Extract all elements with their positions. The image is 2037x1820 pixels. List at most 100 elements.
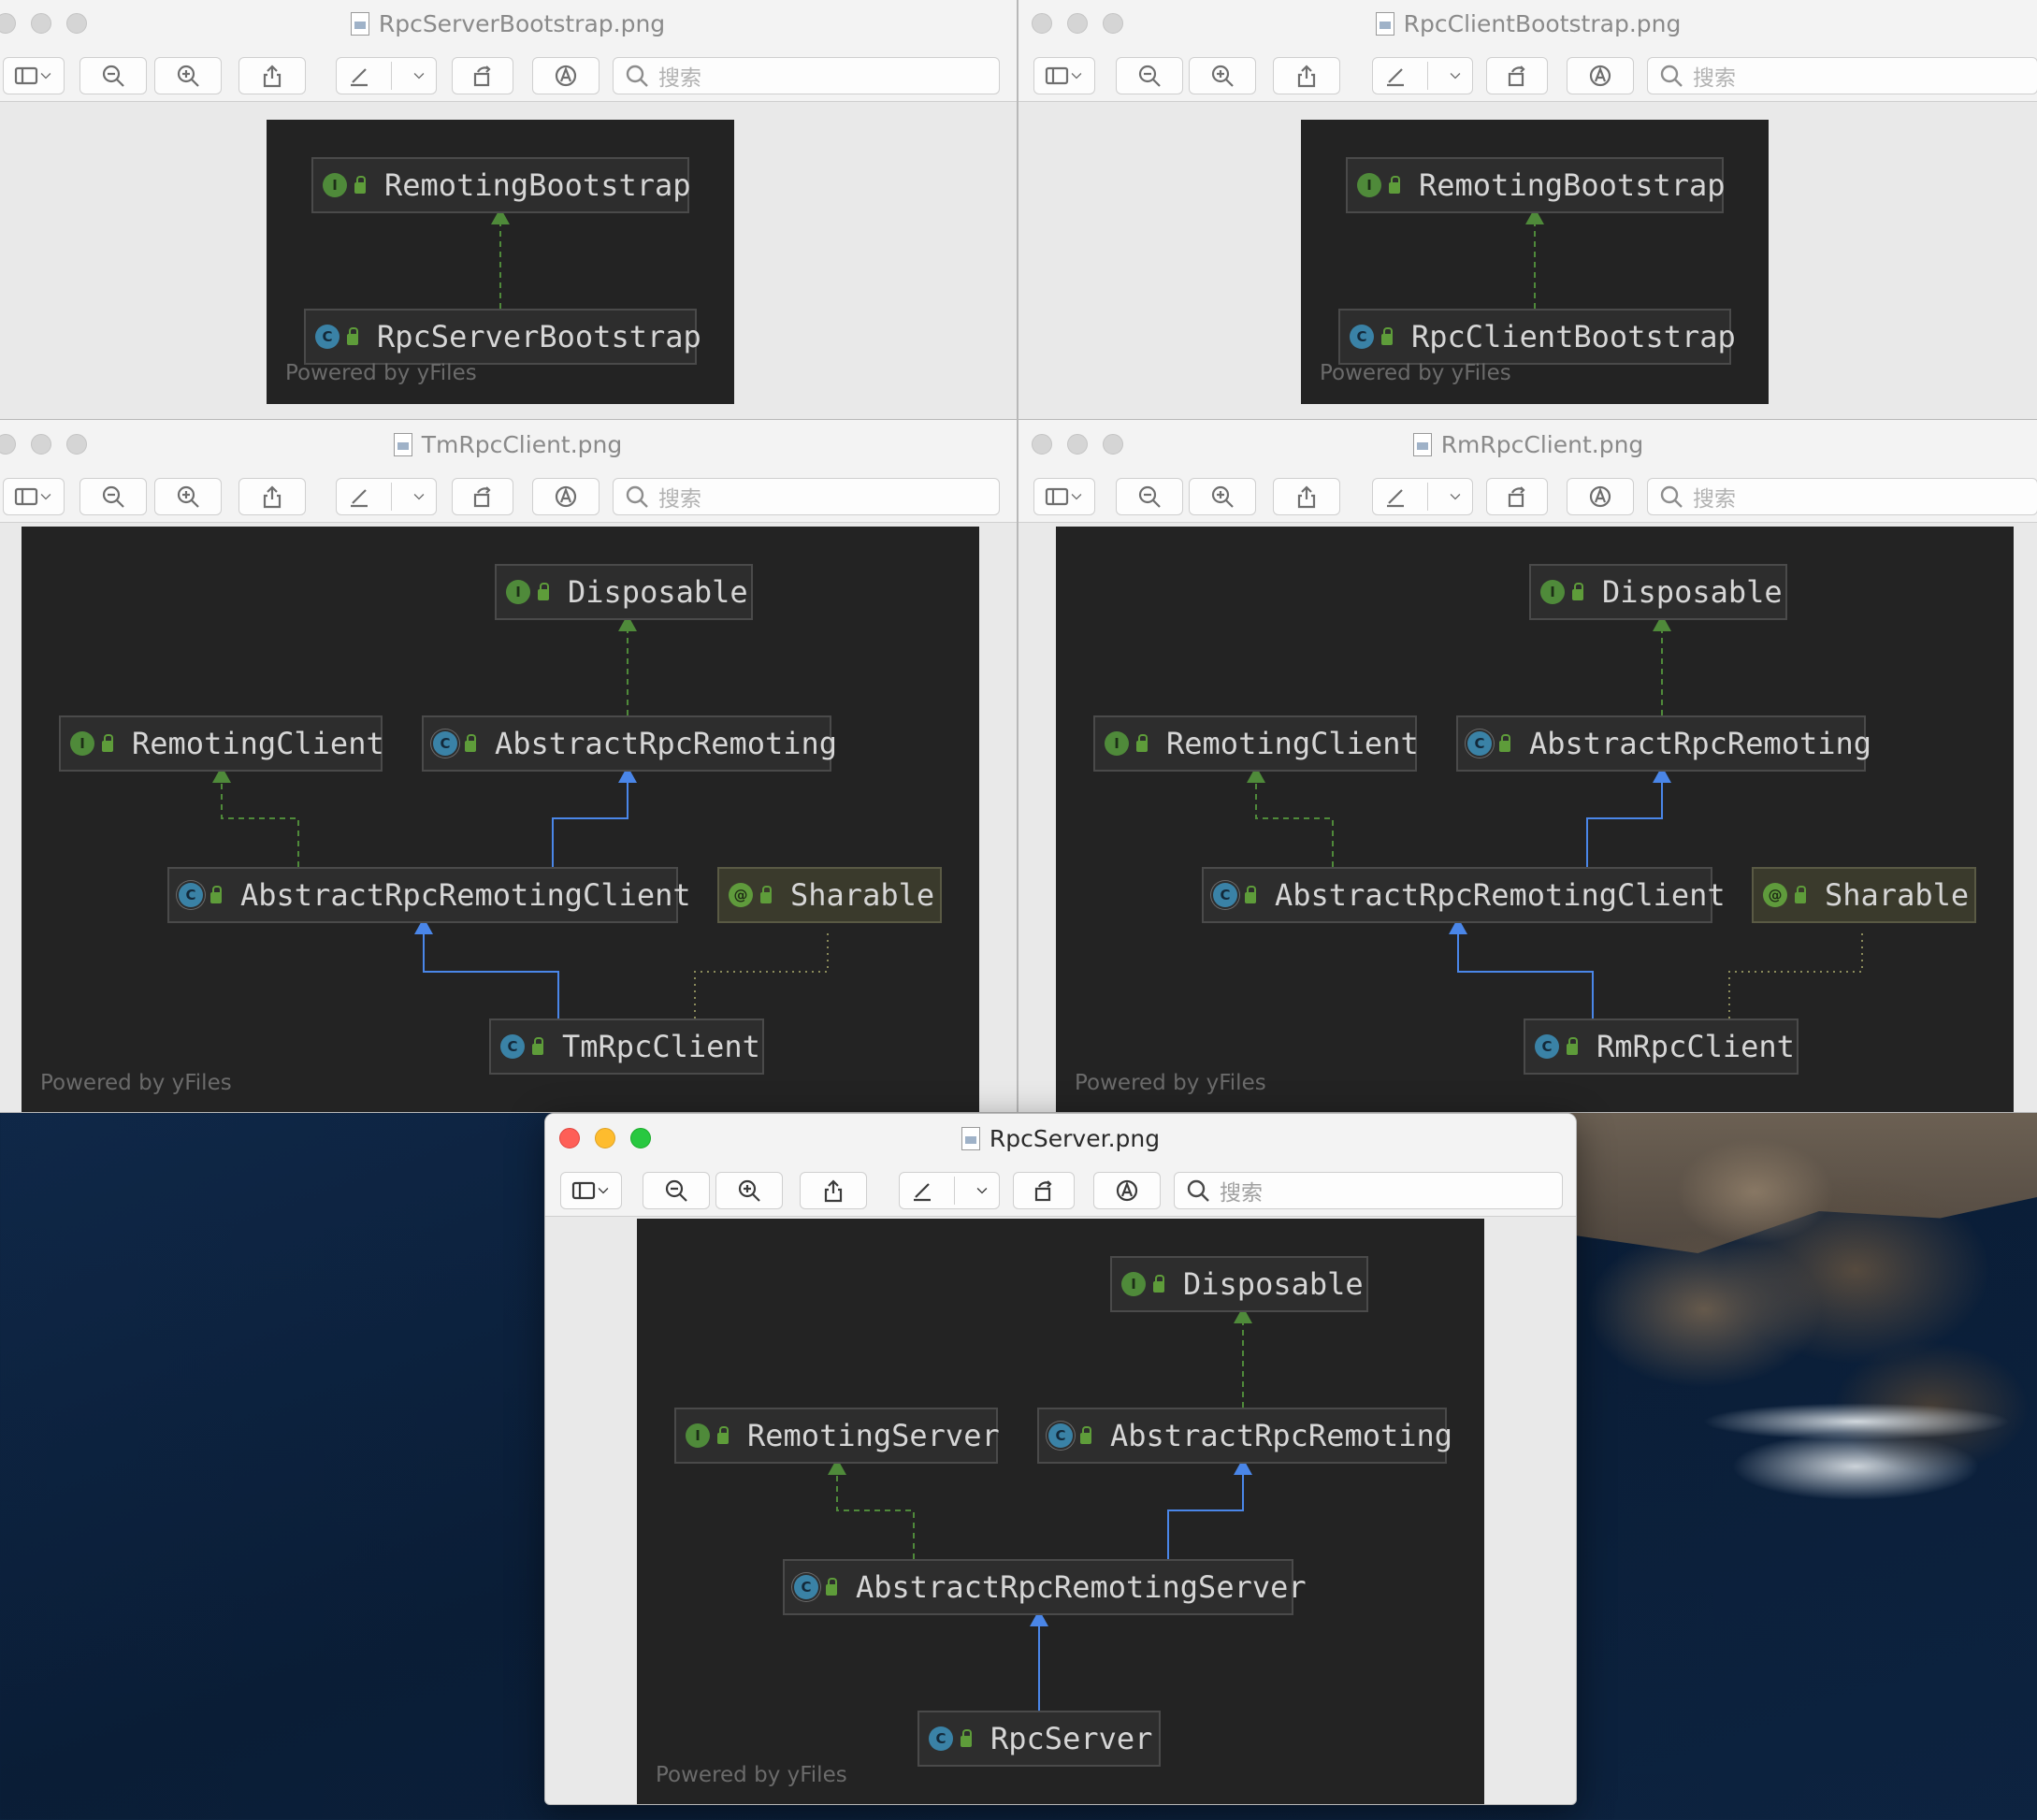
- markup-toolbar-button[interactable]: [532, 478, 600, 515]
- zoom-out-button[interactable]: [79, 57, 147, 94]
- node-rpc-server-bootstrap[interactable]: C RpcServerBootstrap: [304, 309, 701, 365]
- zoom-in-button[interactable]: [154, 478, 222, 515]
- share-button[interactable]: [238, 478, 306, 515]
- node-remoting-server[interactable]: I RemotingServer: [674, 1408, 1000, 1464]
- markup-button[interactable]: [1372, 57, 1473, 94]
- public-lock-icon: [1567, 1037, 1578, 1055]
- png-file-icon: [350, 11, 369, 36]
- zoom-button[interactable]: [1103, 13, 1123, 34]
- node-remoting-bootstrap[interactable]: I RemotingBootstrap: [311, 157, 691, 213]
- node-abstract-rpc-remoting-server[interactable]: C AbstractRpcRemotingServer: [783, 1559, 1307, 1615]
- zoom-button[interactable]: [66, 434, 87, 455]
- share-button[interactable]: [238, 57, 306, 94]
- minimize-button[interactable]: [31, 13, 51, 34]
- sidebar-toggle-button[interactable]: [560, 1172, 622, 1209]
- markup-circle-icon: [1589, 65, 1611, 87]
- markup-toolbar-button[interactable]: [532, 57, 600, 94]
- sidebar-toggle-button[interactable]: [3, 57, 65, 94]
- zoom-out-button[interactable]: [79, 478, 147, 515]
- search-field[interactable]: 搜索: [1647, 57, 2037, 94]
- share-button[interactable]: [800, 1172, 867, 1209]
- search-field[interactable]: 搜索: [613, 478, 1000, 515]
- sidebar-toggle-button[interactable]: [3, 478, 65, 515]
- node-disposable[interactable]: I Disposable: [495, 564, 753, 620]
- node-abstract-rpc-remoting-client[interactable]: C AbstractRpcRemotingClient: [167, 867, 691, 923]
- rotate-button[interactable]: [1486, 57, 1548, 94]
- node-disposable[interactable]: I Disposable: [1110, 1256, 1368, 1312]
- minimize-button[interactable]: [595, 1128, 615, 1148]
- zoom-in-button[interactable]: [154, 57, 222, 94]
- zoom-in-button[interactable]: [715, 1172, 783, 1209]
- public-lock-icon: [1245, 886, 1256, 903]
- zoom-out-button[interactable]: [1116, 57, 1183, 94]
- node-abstract-rpc-remoting-client[interactable]: C AbstractRpcRemotingClient: [1202, 867, 1726, 923]
- markup-button[interactable]: [899, 1172, 1000, 1209]
- rotate-button[interactable]: [1013, 1172, 1075, 1209]
- rotate-button[interactable]: [452, 57, 513, 94]
- zoom-button[interactable]: [1103, 434, 1123, 455]
- zoom-button[interactable]: [630, 1128, 651, 1148]
- sidebar-toggle-button[interactable]: [1033, 57, 1095, 94]
- markup-button[interactable]: [1372, 478, 1473, 515]
- close-button[interactable]: [1032, 13, 1052, 34]
- node-rpc-client-bootstrap[interactable]: C RpcClientBootstrap: [1338, 309, 1736, 365]
- title-bar[interactable]: RpcServerBootstrap.png: [0, 0, 1017, 48]
- zoom-in-button[interactable]: [1189, 478, 1256, 515]
- zoom-button[interactable]: [66, 13, 87, 34]
- search-field[interactable]: 搜索: [1174, 1172, 1563, 1209]
- public-lock-icon: [717, 1426, 729, 1444]
- markup-button[interactable]: [336, 57, 437, 94]
- node-label: RpcClientBootstrap: [1411, 319, 1736, 354]
- node-remoting-client[interactable]: I RemotingClient: [1093, 715, 1419, 772]
- node-sharable[interactable]: @ Sharable: [1752, 867, 1976, 923]
- close-button[interactable]: [1032, 434, 1052, 455]
- minimize-button[interactable]: [1067, 434, 1088, 455]
- search-field[interactable]: 搜索: [1647, 478, 2037, 515]
- node-rm-rpc-client[interactable]: C RmRpcClient: [1524, 1018, 1799, 1075]
- zoom-in-button[interactable]: [1189, 57, 1256, 94]
- markup-toolbar-button[interactable]: [1567, 57, 1634, 94]
- markup-toolbar-button[interactable]: [1567, 478, 1634, 515]
- node-rpc-server[interactable]: C RpcServer: [917, 1711, 1161, 1767]
- rotate-button[interactable]: [452, 478, 513, 515]
- close-button[interactable]: [559, 1128, 580, 1148]
- sea-surf: [1702, 1403, 2011, 1440]
- node-disposable[interactable]: I Disposable: [1529, 564, 1787, 620]
- class-icon: C: [929, 1726, 953, 1751]
- search-field[interactable]: 搜索: [613, 57, 1000, 94]
- markup-button[interactable]: [336, 478, 437, 515]
- node-remoting-client[interactable]: I RemotingClient: [59, 715, 384, 772]
- toolbar: 搜索: [0, 48, 1017, 102]
- minimize-button[interactable]: [1067, 13, 1088, 34]
- markup-circle-icon: [555, 485, 577, 508]
- chevron-down-icon: [976, 1188, 987, 1194]
- node-abstract-rpc-remoting[interactable]: C AbstractRpcRemoting: [1456, 715, 1871, 772]
- abstract-class-icon: C: [433, 731, 457, 756]
- close-button[interactable]: [0, 434, 16, 455]
- node-abstract-rpc-remoting[interactable]: C AbstractRpcRemoting: [422, 715, 837, 772]
- node-remoting-bootstrap[interactable]: I RemotingBootstrap: [1346, 157, 1726, 213]
- node-sharable[interactable]: @ Sharable: [717, 867, 942, 923]
- share-button[interactable]: [1273, 57, 1340, 94]
- close-button[interactable]: [0, 13, 16, 34]
- title-bar[interactable]: RmRpcClient.png: [1018, 420, 2037, 469]
- node-tm-rpc-client[interactable]: C TmRpcClient: [489, 1018, 764, 1075]
- share-button[interactable]: [1273, 478, 1340, 515]
- zoom-out-button[interactable]: [643, 1172, 710, 1209]
- search-placeholder: 搜索: [658, 66, 701, 91]
- node-abstract-rpc-remoting[interactable]: C AbstractRpcRemoting: [1037, 1408, 1452, 1464]
- zoom-out-button[interactable]: [1116, 478, 1183, 515]
- node-label: RemotingServer: [747, 1418, 1000, 1453]
- title-bar[interactable]: RpcServer.png: [545, 1114, 1576, 1163]
- public-lock-icon: [1136, 734, 1148, 752]
- title-bar[interactable]: TmRpcClient.png: [0, 420, 1017, 469]
- rotate-button[interactable]: [1486, 478, 1548, 515]
- minimize-button[interactable]: [31, 434, 51, 455]
- sidebar-toggle-button[interactable]: [1033, 478, 1095, 515]
- markup-toolbar-button[interactable]: [1093, 1172, 1161, 1209]
- toolbar: 搜索: [1018, 469, 2037, 523]
- title-bar[interactable]: RpcClientBootstrap.png: [1018, 0, 2037, 48]
- node-label: RpcServer: [990, 1721, 1153, 1756]
- window-title: RmRpcClient.png: [1440, 430, 1644, 458]
- window-rpc-server: RpcServer.png 搜索 I Disposable I Remoting…: [544, 1113, 1577, 1805]
